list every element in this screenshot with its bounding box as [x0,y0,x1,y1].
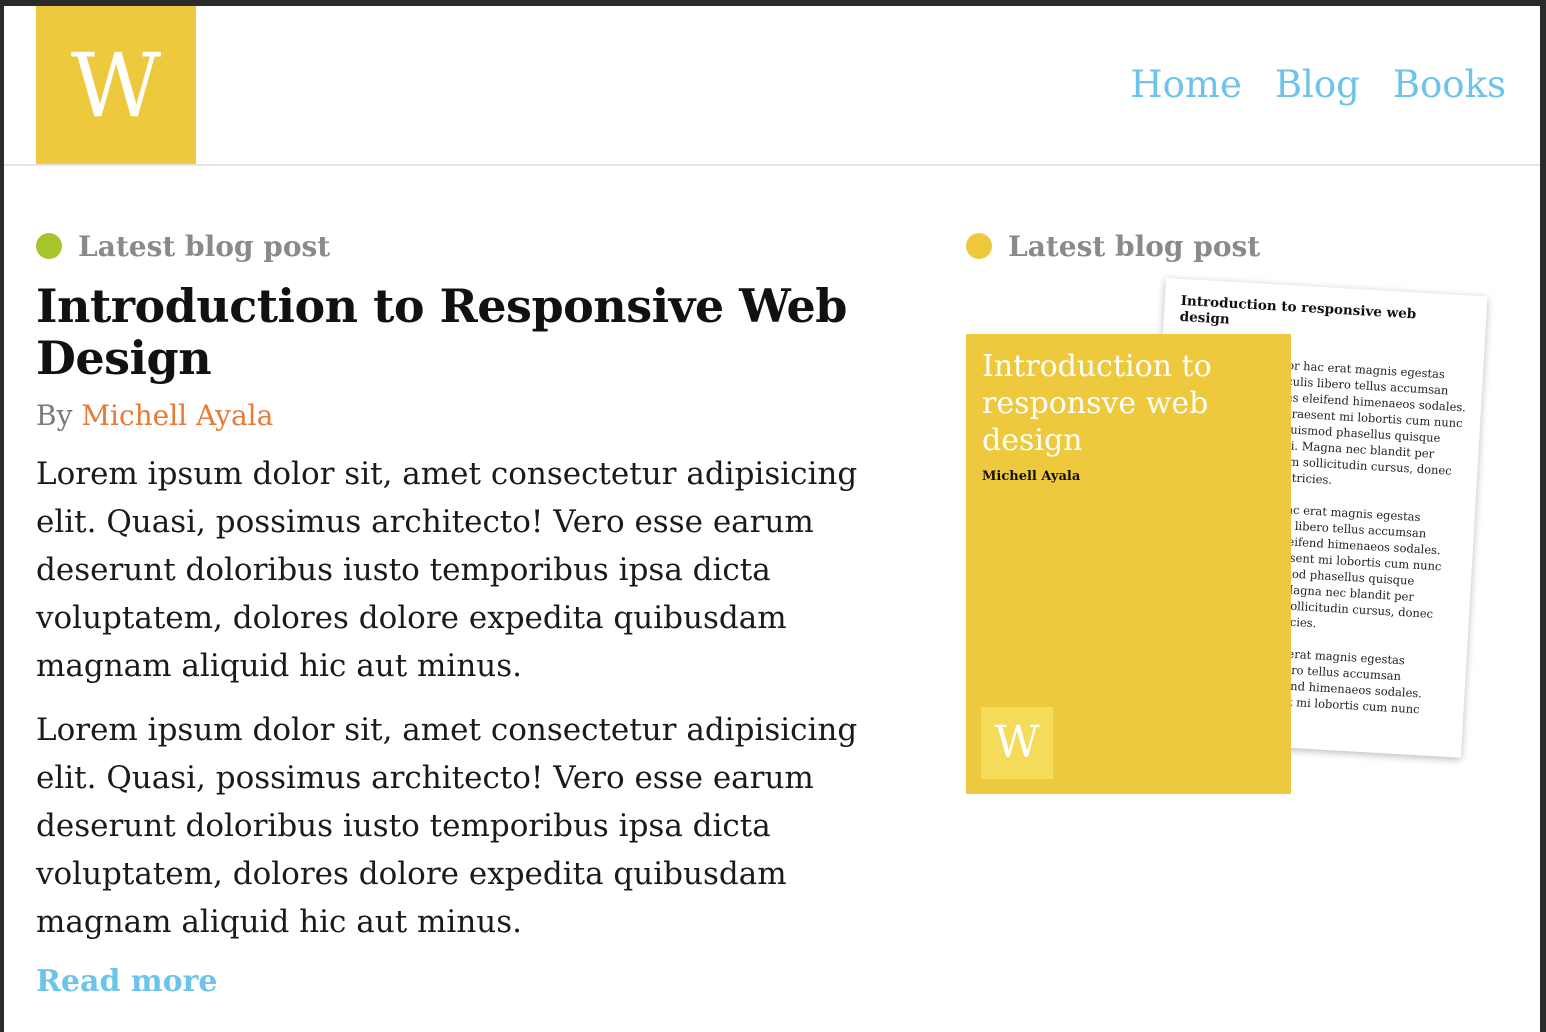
post-eyebrow: Latest blog post [36,226,876,266]
post-byline: By Michell Ayala [36,396,876,436]
nav-blog-link[interactable]: Blog [1275,61,1360,109]
nav-books-link[interactable]: Books [1393,61,1506,109]
book-cover-logo: W [981,707,1053,779]
yellow-dot-icon [966,233,992,259]
post-paragraph: Lorem ipsum dolor sit, amet consectetur … [36,712,858,940]
book-cover-logo-letter: W [994,717,1040,768]
by-label: By [36,399,73,432]
aside-eyebrow: Latest blog post [966,226,1526,266]
main-nav: Home Blog Books [1130,61,1506,109]
book-cover-author: Michell Ayala [982,469,1081,484]
featured-book: Latest blog post Introduction to respons… [966,226,1526,826]
post-paragraph: Lorem ipsum dolor sit, amet consectetur … [36,456,858,684]
blog-post: Latest blog post Introduction to Respons… [36,226,876,999]
aside-eyebrow-label: Latest blog post [1008,229,1261,263]
book-cover-title: Introduction to responsve web design [982,349,1212,458]
site-header: W Home Blog Books [4,6,1540,166]
site-logo[interactable]: W [36,6,196,164]
book-cover[interactable]: Introduction to responsve web design Mic… [966,334,1291,794]
green-dot-icon [36,233,62,259]
read-more-link[interactable]: Read more [36,964,218,999]
post-title: Introduction to Responsive Web Design [36,279,847,385]
nav-home-link[interactable]: Home [1130,61,1242,109]
post-eyebrow-label: Latest blog post [78,229,331,263]
logo-letter: W [70,34,162,137]
author-link[interactable]: Michell Ayala [81,399,273,432]
page: W Home Blog Books Latest blog post Intro… [4,6,1540,1032]
